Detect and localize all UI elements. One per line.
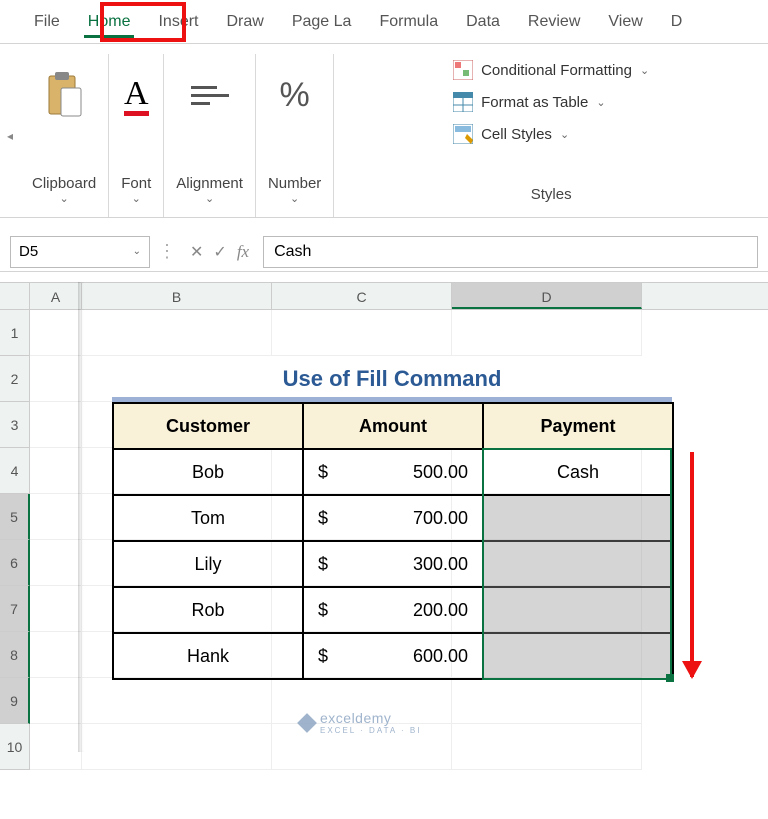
alignment-icon	[191, 60, 229, 130]
col-header-A[interactable]: A	[30, 283, 82, 309]
group-font[interactable]: A Font⌄	[109, 54, 164, 217]
header-customer[interactable]: Customer	[113, 403, 303, 449]
tab-formulas[interactable]: Formula	[365, 0, 452, 44]
tab-more[interactable]: D	[657, 0, 697, 44]
tab-draw[interactable]: Draw	[212, 0, 277, 44]
enter-icon[interactable]: ✓	[213, 242, 226, 262]
name-box[interactable]: D5 ⌄	[10, 236, 150, 268]
callout-arrow-down	[690, 452, 694, 677]
percent-icon: %	[280, 60, 310, 130]
worksheet[interactable]: A B C D 1 2 3 4 5 6 7 8 9 10 Use of Fill…	[0, 282, 768, 770]
tab-insert[interactable]: Insert	[144, 0, 212, 44]
formula-input[interactable]: Cash	[263, 236, 758, 268]
ribbon: ◂ Clipboard⌄ A Font⌄ Alignment⌄ % Number…	[0, 44, 768, 218]
row-header-8[interactable]: 8	[0, 632, 30, 678]
cell-customer[interactable]: Bob	[113, 449, 303, 495]
cell-customer[interactable]: Lily	[113, 541, 303, 587]
paste-icon	[43, 60, 85, 130]
row-header-2[interactable]: 2	[0, 356, 30, 402]
column-headers: A B C D	[0, 282, 768, 310]
col-header-B[interactable]: B	[82, 283, 272, 309]
cell-customer[interactable]: Hank	[113, 633, 303, 679]
header-amount[interactable]: Amount	[303, 403, 483, 449]
col-header-D[interactable]: D	[452, 283, 642, 309]
cancel-icon[interactable]: ✕	[190, 242, 203, 262]
data-table: Customer Amount Payment Bob $500.00 Cash…	[112, 402, 674, 680]
row-header-7[interactable]: 7	[0, 586, 30, 632]
cell-amount[interactable]: $300.00	[303, 541, 483, 587]
format-as-table-button[interactable]: Format as Table⌄	[453, 92, 606, 112]
group-clipboard-label: Clipboard⌄	[32, 175, 96, 213]
cell-styles-button[interactable]: Cell Styles⌄	[453, 124, 569, 144]
tab-data[interactable]: Data	[452, 0, 514, 44]
table-row: Bob $500.00 Cash	[113, 449, 673, 495]
ribbon-scroll-left[interactable]: ◂	[0, 54, 20, 217]
font-icon: A	[124, 60, 149, 130]
formula-bar: D5 ⌄ ⋮ ✕ ✓ fx Cash	[0, 232, 768, 272]
cell-amount[interactable]: $700.00	[303, 495, 483, 541]
group-alignment[interactable]: Alignment⌄	[164, 54, 256, 217]
select-all-corner[interactable]	[0, 283, 30, 309]
cell-payment[interactable]	[483, 633, 673, 679]
tab-view[interactable]: View	[594, 0, 656, 44]
cell-payment[interactable]: Cash	[483, 449, 673, 495]
cell-amount[interactable]: $600.00	[303, 633, 483, 679]
cell-payment[interactable]	[483, 495, 673, 541]
cell-amount[interactable]: $500.00	[303, 449, 483, 495]
row-header-9[interactable]: 9	[0, 678, 30, 724]
group-number[interactable]: % Number⌄	[256, 54, 334, 217]
tab-page-layout[interactable]: Page La	[278, 0, 366, 44]
cell-customer[interactable]: Rob	[113, 587, 303, 633]
group-styles-label: Styles	[531, 186, 572, 211]
cell-amount[interactable]: $200.00	[303, 587, 483, 633]
cell-payment[interactable]	[483, 587, 673, 633]
cell-payment[interactable]	[483, 541, 673, 587]
tab-file[interactable]: File	[20, 0, 74, 44]
group-styles: Conditional Formatting⌄ Format as Table⌄…	[334, 54, 768, 217]
table-row: Rob $200.00	[113, 587, 673, 633]
cell-customer[interactable]: Tom	[113, 495, 303, 541]
formula-bar-divider: ⋮	[150, 241, 184, 262]
row-header-6[interactable]: 6	[0, 540, 30, 586]
tab-review[interactable]: Review	[514, 0, 594, 44]
table-row: Lily $300.00	[113, 541, 673, 587]
conditional-formatting-icon	[453, 60, 473, 80]
col-header-C[interactable]: C	[272, 283, 452, 309]
group-font-label: Font⌄	[121, 175, 151, 213]
row-header-4[interactable]: 4	[0, 448, 30, 494]
tab-home[interactable]: Home	[74, 0, 145, 44]
table-header-row: Customer Amount Payment	[113, 403, 673, 449]
header-payment[interactable]: Payment	[483, 403, 673, 449]
watermark: exceldemy EXCEL · DATA · BI	[300, 710, 421, 735]
row-header-1[interactable]: 1	[0, 310, 30, 356]
fx-icon[interactable]: fx	[237, 242, 249, 262]
table-row: Hank $600.00	[113, 633, 673, 679]
format-as-table-icon	[453, 92, 473, 112]
group-number-label: Number⌄	[268, 175, 321, 213]
watermark-icon	[297, 713, 317, 733]
ribbon-tabs: File Home Insert Draw Page La Formula Da…	[0, 0, 768, 44]
row-header-10[interactable]: 10	[0, 724, 30, 770]
row-header-3[interactable]: 3	[0, 402, 30, 448]
cell-styles-icon	[453, 124, 473, 144]
table-row: Tom $700.00	[113, 495, 673, 541]
row-header-5[interactable]: 5	[0, 494, 30, 540]
group-alignment-label: Alignment⌄	[176, 175, 243, 213]
group-clipboard[interactable]: Clipboard⌄	[20, 54, 109, 217]
chevron-down-icon: ⌄	[133, 246, 141, 257]
title-cell[interactable]: Use of Fill Command	[112, 356, 672, 402]
conditional-formatting-button[interactable]: Conditional Formatting⌄	[453, 60, 649, 80]
